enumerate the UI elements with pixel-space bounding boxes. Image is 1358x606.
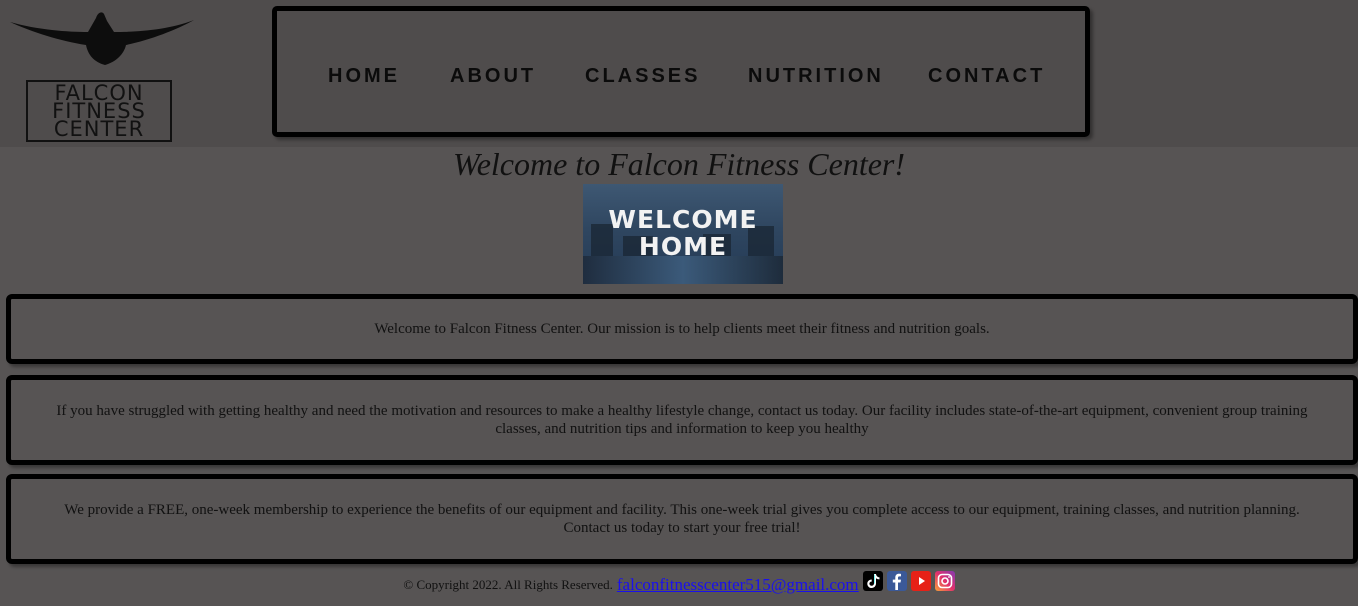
nav-nutrition[interactable]: NUTRITION — [748, 65, 884, 88]
free-trial-section: We provide a FREE, one-week membership t… — [6, 474, 1358, 564]
welcome-image-line-1: WELCOME — [608, 205, 758, 234]
logo-line-3: CENTER — [53, 117, 145, 141]
facebook-icon[interactable] — [886, 571, 907, 591]
site-logo[interactable]: FALCON FITNESS CENTER — [8, 8, 198, 146]
page-title: Welcome to Falcon Fitness Center! — [452, 146, 906, 182]
facility-section: If you have struggled with getting healt… — [6, 375, 1358, 465]
instagram-icon[interactable] — [934, 571, 955, 591]
free-trial-text: We provide a FREE, one-week membership t… — [64, 502, 1300, 536]
site-footer: © Copyright 2022. All Rights Reserved. f… — [0, 570, 1358, 600]
welcome-image-caption: WELCOME HOME — [583, 206, 783, 260]
main-nav: HOME ABOUT CLASSES NUTRITION CONTACT — [272, 6, 1090, 137]
copyright-text: © Copyright 2022. All Rights Reserved. — [403, 577, 613, 592]
nav-classes[interactable]: CLASSES — [585, 65, 700, 88]
logo-wordmark: FALCON FITNESS CENTER — [26, 80, 172, 142]
welcome-image-line-2: HOME — [638, 232, 728, 261]
welcome-home-image: WELCOME HOME — [583, 184, 783, 284]
nav-home[interactable]: HOME — [328, 65, 400, 88]
nav-contact[interactable]: CONTACT — [928, 65, 1045, 88]
falcon-bird-icon — [10, 12, 194, 66]
email-link[interactable]: falconfitnesscenter515@gmail.com — [617, 575, 859, 595]
tiktok-icon[interactable] — [862, 571, 883, 591]
youtube-icon[interactable] — [910, 571, 931, 591]
facility-text: If you have struggled with getting healt… — [56, 403, 1308, 437]
mission-text: Welcome to Falcon Fitness Center. Our mi… — [374, 321, 990, 337]
nav-about[interactable]: ABOUT — [450, 65, 536, 88]
site-header: FALCON FITNESS CENTER HOME ABOUT CLASSES… — [0, 0, 1358, 147]
mission-section: Welcome to Falcon Fitness Center. Our mi… — [6, 294, 1358, 364]
